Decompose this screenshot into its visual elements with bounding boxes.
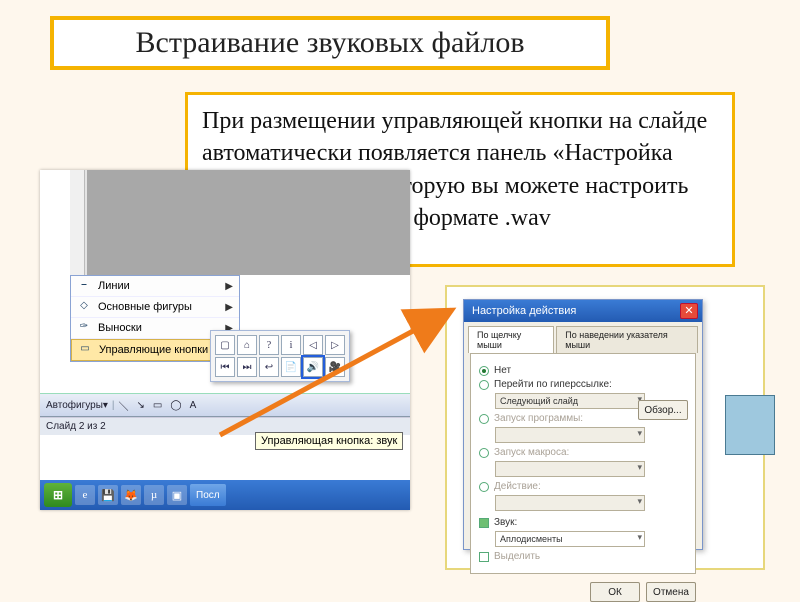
option-action[interactable]: Действие: xyxy=(479,481,687,492)
action-button-cell[interactable]: ↩ xyxy=(259,357,279,377)
ok-button[interactable]: ОК xyxy=(590,582,640,602)
slide-shape-placeholder xyxy=(725,395,775,455)
taskbar-icon[interactable]: e xyxy=(75,485,95,505)
line-tool-icon[interactable]: ＼ xyxy=(119,398,129,413)
tab-on-click[interactable]: По щелчку мыши xyxy=(468,326,554,353)
browse-button[interactable]: Обзор... xyxy=(638,400,688,420)
option-label: Перейти по гиперссылке: xyxy=(494,379,612,390)
combo-value: Следующий слайд xyxy=(496,396,578,406)
option-highlight[interactable]: Выделить xyxy=(479,551,687,562)
menu-label: Выноски xyxy=(98,322,142,334)
macro-combo[interactable] xyxy=(495,461,645,477)
button-label: ОК xyxy=(608,587,622,598)
option-run-macro[interactable]: Запуск макроса: xyxy=(479,447,687,458)
page-title: Встраивание звуковых файлов xyxy=(136,26,525,60)
close-button[interactable]: ✕ xyxy=(680,303,698,319)
menu-item-lines[interactable]: ⎯ Линии ▶ xyxy=(71,276,239,297)
button-label: Обзор... xyxy=(644,405,681,416)
action-button-cell[interactable]: i xyxy=(281,335,301,355)
taskbar-icon[interactable]: µ xyxy=(144,485,164,505)
option-label: Запуск программы: xyxy=(494,413,583,424)
dialog-button-row: ОК Отмена xyxy=(464,582,696,602)
action-button-sound[interactable]: 🔊 xyxy=(303,357,323,377)
action-button-cell[interactable]: ? xyxy=(259,335,279,355)
menu-label: Основные фигуры xyxy=(98,301,192,313)
action-button-cell[interactable]: 🎥 xyxy=(325,357,345,377)
option-sound[interactable]: Звук: xyxy=(479,517,687,528)
taskbar-app-button[interactable]: Посл xyxy=(190,484,226,506)
dialog-tabs: По щелчку мыши По наведении указателя мы… xyxy=(464,322,702,353)
lines-icon: ⎯ xyxy=(75,279,93,293)
option-label: Нет xyxy=(494,365,511,376)
action-button-cell[interactable]: ▷ xyxy=(325,335,345,355)
radio-icon xyxy=(479,414,489,424)
option-none[interactable]: Нет xyxy=(479,365,687,376)
cancel-button[interactable]: Отмена xyxy=(646,582,696,602)
rectangle-tool-icon[interactable]: ▭ xyxy=(153,400,162,411)
action-buttons-icon: ▭ xyxy=(76,343,94,357)
action-settings-dialog: Настройка действия ✕ По щелчку мыши По н… xyxy=(463,299,703,550)
radio-icon xyxy=(479,448,489,458)
callouts-icon: ✑ xyxy=(75,321,93,335)
sound-combo[interactable]: Аплодисменты xyxy=(495,531,645,547)
windows-taskbar: ⊞ e 💾 🦊 µ ▣ Посл xyxy=(40,480,410,510)
slide-editor-area xyxy=(85,170,410,275)
menu-label: Линии xyxy=(98,280,130,292)
checkbox-icon xyxy=(479,552,489,562)
option-label: Действие: xyxy=(494,481,541,492)
tab-label: По щелчку мыши xyxy=(477,330,521,350)
radio-icon xyxy=(479,380,489,390)
option-hyperlink[interactable]: Перейти по гиперссылке: xyxy=(479,379,687,390)
radio-icon xyxy=(479,366,489,376)
dialog-pane: Нет Перейти по гиперссылке: Следующий сл… xyxy=(470,353,696,574)
action-button-grid: ▢ ⌂ ? i ◁ ▷ ⏮ ⏭ ↩ 📄 🔊 🎥 xyxy=(210,330,350,382)
title-banner: Встраивание звуковых файлов xyxy=(50,16,610,70)
hyperlink-combo[interactable]: Следующий слайд xyxy=(495,393,645,409)
dialog-title: Настройка действия xyxy=(472,305,576,317)
textbox-tool-icon[interactable]: A xyxy=(190,400,197,411)
arrow-tool-icon[interactable]: ↘ xyxy=(137,400,145,411)
screenshot-action-settings-dialog: Настройка действия ✕ По щелчку мыши По н… xyxy=(445,285,765,570)
submenu-arrow-icon: ▶ xyxy=(225,281,233,292)
action-button-cell[interactable]: ◁ xyxy=(303,335,323,355)
button-label: Отмена xyxy=(653,587,689,598)
dialog-titlebar: Настройка действия ✕ xyxy=(464,300,702,322)
taskbar-icon[interactable]: ▣ xyxy=(167,485,187,505)
taskbar-app-label: Посл xyxy=(196,490,220,501)
action-button-cell[interactable]: ⏭ xyxy=(237,357,257,377)
submenu-arrow-icon: ▶ xyxy=(225,302,233,313)
menu-label: Управляющие кнопки xyxy=(99,344,208,356)
taskbar-icon[interactable]: 🦊 xyxy=(121,485,141,505)
combo-value: Аплодисменты xyxy=(496,534,563,544)
tooltip: Управляющая кнопка: звук xyxy=(255,432,403,450)
taskbar-icon[interactable]: 💾 xyxy=(98,485,118,505)
option-label: Выделить xyxy=(494,551,540,562)
menu-item-basic-shapes[interactable]: ◇ Основные фигуры ▶ xyxy=(71,297,239,318)
oval-tool-icon[interactable]: ◯ xyxy=(170,400,181,411)
slide-counter: Слайд 2 из 2 xyxy=(46,421,106,432)
drawing-toolbar: Автофигуры ▾ | ＼ ↘ ▭ ◯ A xyxy=(40,393,410,417)
action-button-cell[interactable]: ⌂ xyxy=(237,335,257,355)
action-button-cell[interactable]: ▢ xyxy=(215,335,235,355)
start-button[interactable]: ⊞ xyxy=(44,483,72,507)
autoshapes-button[interactable]: Автофигуры xyxy=(46,400,103,411)
option-label: Звук: xyxy=(494,517,517,528)
action-button-cell[interactable]: 📄 xyxy=(281,357,301,377)
tooltip-text: Управляющая кнопка: звук xyxy=(261,435,397,447)
action-combo[interactable] xyxy=(495,495,645,511)
radio-icon xyxy=(479,482,489,492)
option-label: Запуск макроса: xyxy=(494,447,569,458)
tab-on-hover[interactable]: По наведении указателя мыши xyxy=(556,326,698,353)
basic-shapes-icon: ◇ xyxy=(75,300,93,314)
program-path-field[interactable] xyxy=(495,427,645,443)
action-button-cell[interactable]: ⏮ xyxy=(215,357,235,377)
dropdown-icon: ▾ xyxy=(103,400,108,411)
vertical-ruler xyxy=(70,170,85,275)
tab-label: По наведении указателя мыши xyxy=(565,330,668,350)
checkbox-icon xyxy=(479,518,489,528)
